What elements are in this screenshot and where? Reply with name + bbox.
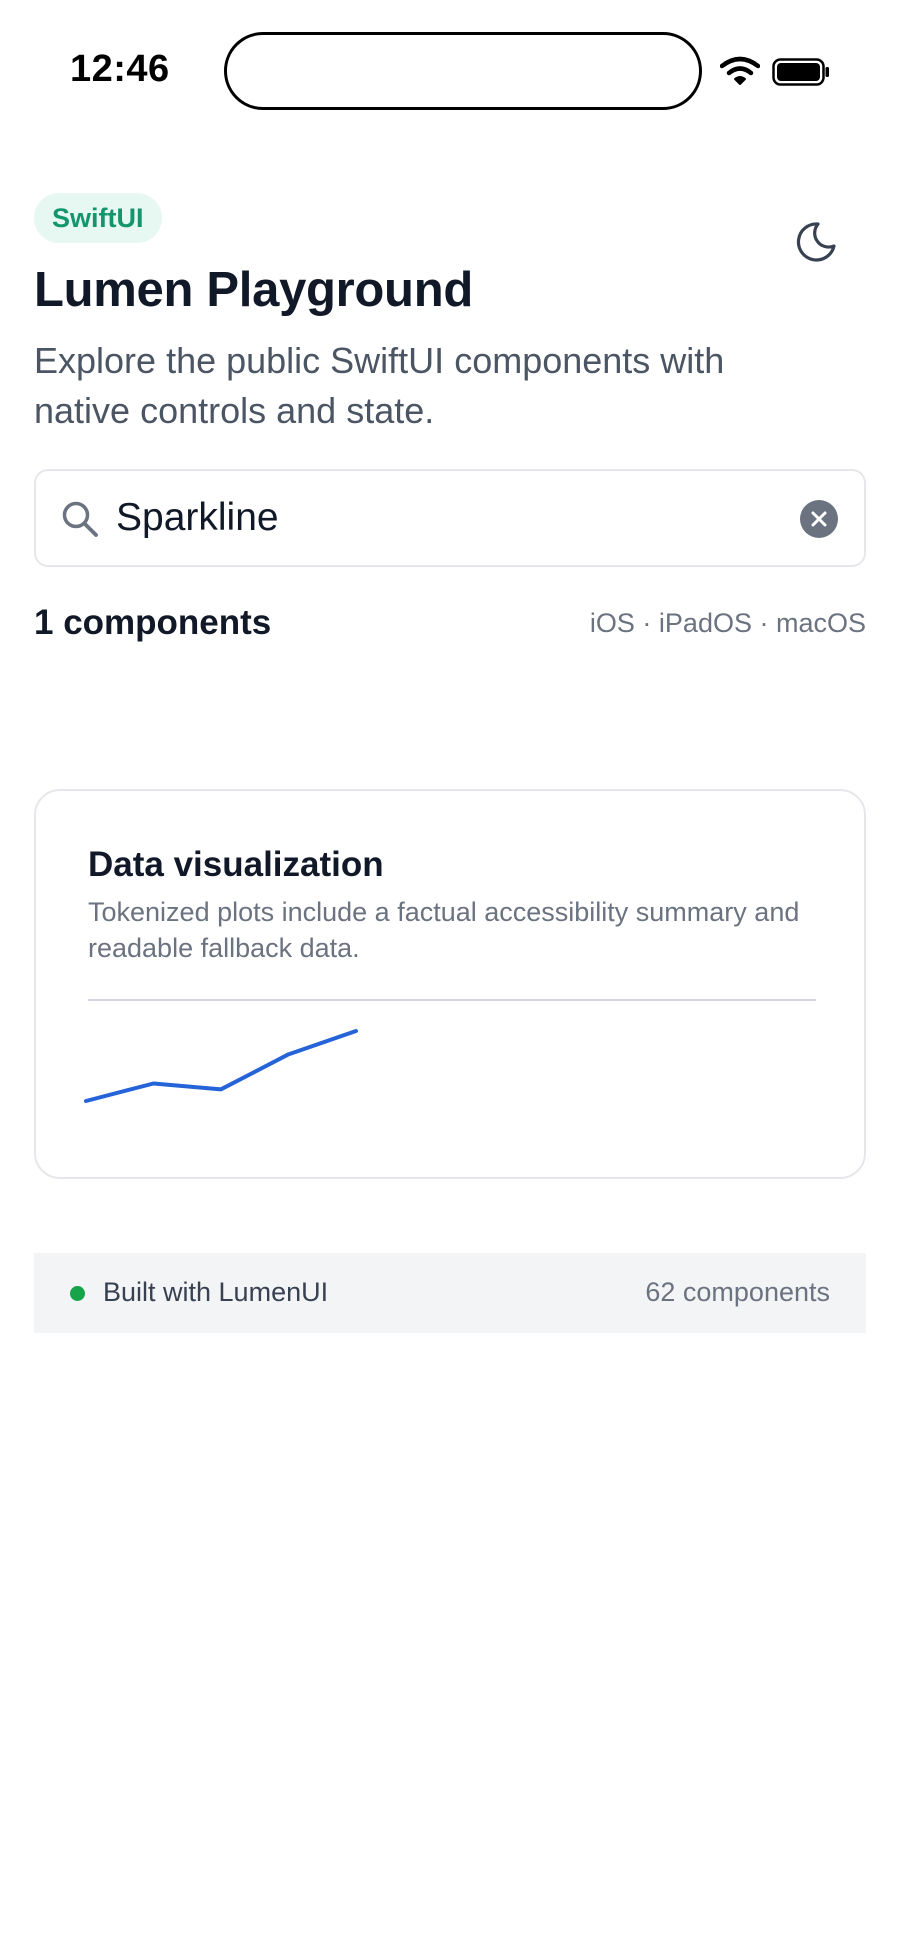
search-field[interactable] bbox=[34, 469, 866, 567]
card-title: Data visualization bbox=[88, 845, 384, 884]
search-input[interactable] bbox=[116, 489, 756, 547]
battery-icon bbox=[772, 58, 829, 86]
dynamic-island bbox=[224, 32, 702, 110]
footer-built-with: Built with LumenUI bbox=[103, 1277, 329, 1307]
sparkline-series bbox=[84, 1029, 358, 1103]
footer-bar: Built with LumenUI 62 components bbox=[34, 1253, 866, 1333]
card-description: Tokenized plots include a factual access… bbox=[88, 897, 800, 963]
status-bar: 12:46 bbox=[0, 0, 900, 140]
framework-badge: SwiftUI bbox=[34, 193, 162, 243]
moon-icon bbox=[796, 222, 836, 262]
results-count: 1 components bbox=[34, 603, 272, 642]
theme-toggle-button[interactable] bbox=[790, 216, 842, 268]
clear-search-button[interactable] bbox=[800, 500, 838, 538]
footer-component-count: 62 components bbox=[645, 1277, 830, 1307]
sparkline-chart bbox=[84, 1029, 358, 1103]
card-divider bbox=[88, 999, 816, 1001]
clear-icon bbox=[811, 511, 827, 527]
status-dot bbox=[70, 1286, 85, 1301]
component-card[interactable]: Data visualization Tokenized plots inclu… bbox=[34, 789, 866, 1179]
platform-list: iOS · iPadOS · macOS bbox=[589, 608, 866, 638]
page-subtitle: Explore the public SwiftUI components wi… bbox=[34, 340, 725, 431]
search-icon bbox=[62, 501, 98, 537]
status-time: 12:46 bbox=[70, 48, 170, 90]
wifi-icon bbox=[720, 56, 760, 85]
page-title: Lumen Playground bbox=[34, 263, 473, 317]
